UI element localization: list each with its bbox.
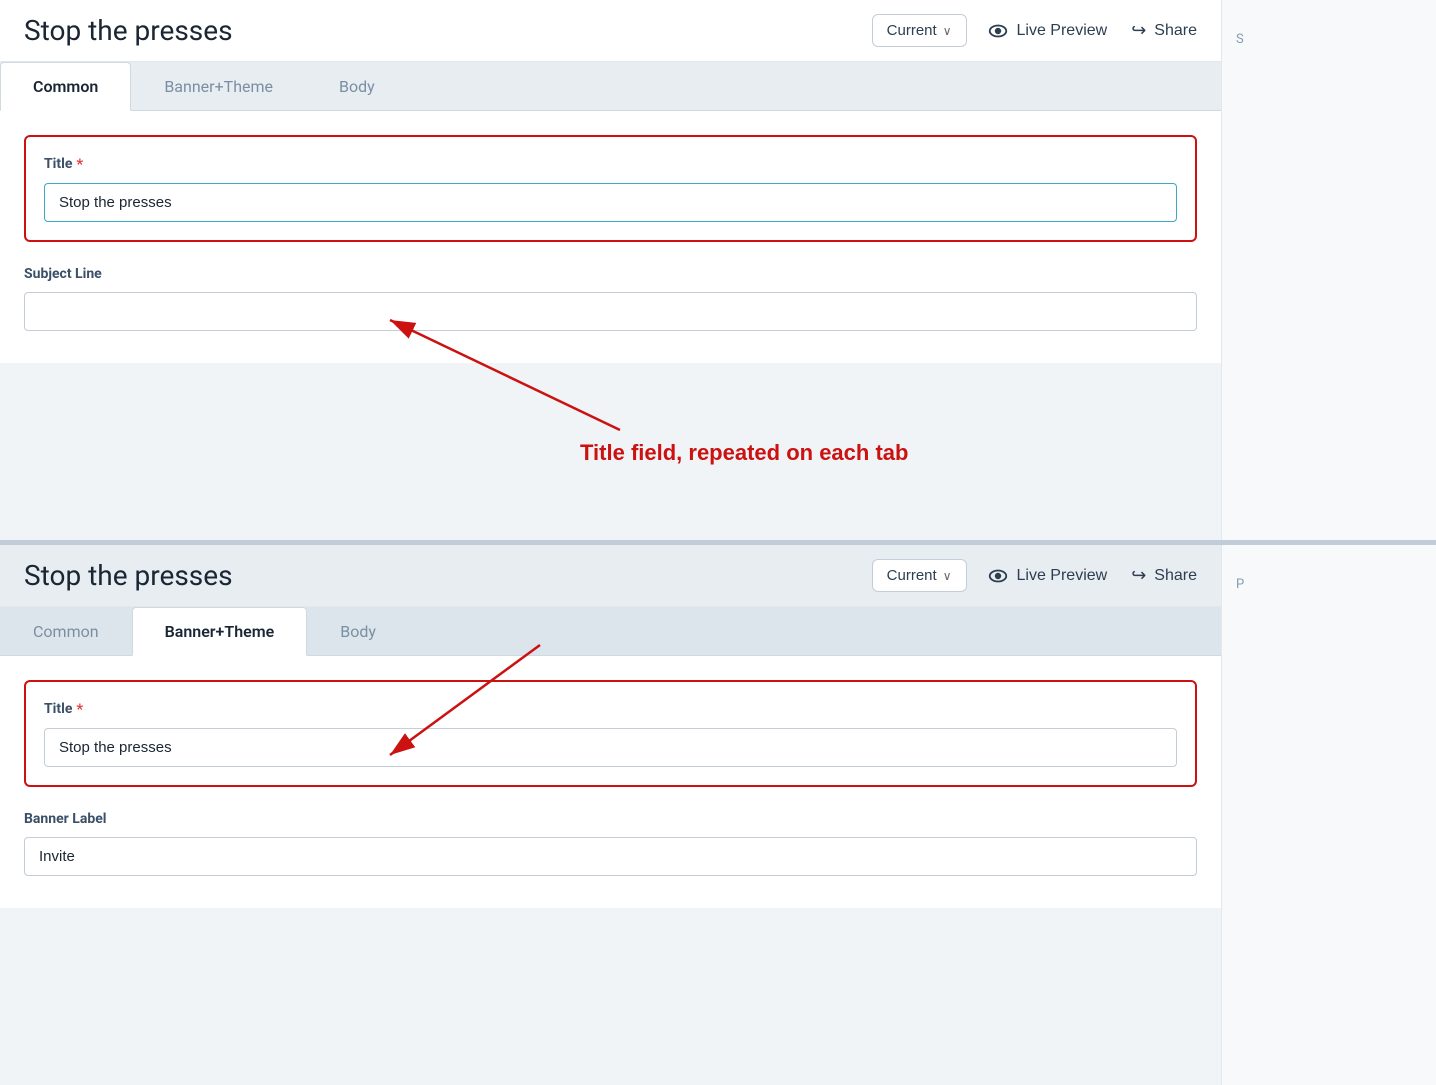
- banner-label-input[interactable]: [24, 837, 1197, 876]
- header-actions-1: Live Preview ↪ Share: [987, 20, 1198, 42]
- share-icon-1: ↪: [1131, 20, 1146, 41]
- header-actions-2: Live Preview ↪ Share: [987, 565, 1198, 587]
- share-label-2: Share: [1154, 567, 1197, 585]
- tab-common-2[interactable]: Common: [0, 607, 132, 655]
- tab-banner-theme-2[interactable]: Banner+Theme: [132, 607, 308, 656]
- tab-banner-theme-1[interactable]: Banner+Theme: [131, 62, 306, 110]
- side-panel-1: S: [1221, 0, 1436, 540]
- title-red-box-2: Title *: [24, 680, 1197, 787]
- chevron-down-icon-1: ∨: [943, 24, 952, 38]
- share-icon-2: ↪: [1131, 565, 1146, 586]
- title-label-1: Title *: [44, 155, 1177, 173]
- side-panel-2: P: [1221, 545, 1436, 1085]
- page-title-1: Stop the presses: [24, 14, 852, 47]
- tabs-bar-1: Common Banner+Theme Body: [0, 62, 1221, 111]
- tab-common-1[interactable]: Common: [0, 62, 131, 111]
- version-label-1: Current: [887, 22, 937, 39]
- banner-label-label: Banner Label: [24, 811, 1197, 827]
- version-dropdown-1[interactable]: Current ∨: [872, 14, 967, 47]
- share-button-2[interactable]: ↪ Share: [1131, 565, 1197, 586]
- required-star-title-2: *: [76, 700, 83, 718]
- live-preview-label-2: Live Preview: [1017, 567, 1108, 585]
- version-label-2: Current: [887, 567, 937, 584]
- eye-icon-2: [987, 565, 1009, 587]
- live-preview-label-1: Live Preview: [1017, 22, 1108, 40]
- title-input-1[interactable]: [44, 183, 1177, 222]
- live-preview-button-2[interactable]: Live Preview: [987, 565, 1108, 587]
- form-area-2: Title * Banner Label: [0, 656, 1221, 908]
- eye-icon-1: [987, 20, 1009, 42]
- chevron-down-icon-2: ∨: [943, 569, 952, 583]
- required-star-title-1: *: [76, 155, 83, 173]
- header-bar-2: Stop the presses Current ∨ Live Preview: [0, 545, 1221, 607]
- side-panel-hint-2: P: [1222, 545, 1436, 605]
- title-label-2: Title *: [44, 700, 1177, 718]
- tab-body-1[interactable]: Body: [306, 62, 408, 110]
- tab-body-2[interactable]: Body: [307, 607, 409, 655]
- subject-label-1: Subject Line: [24, 266, 1197, 282]
- form-area-1: Title * Subject Line: [0, 111, 1221, 363]
- page-title-2: Stop the presses: [24, 559, 852, 592]
- subject-line-section-1: Subject Line: [24, 266, 1197, 331]
- title-red-box-1: Title *: [24, 135, 1197, 242]
- share-label-1: Share: [1154, 22, 1197, 40]
- subject-input-1[interactable]: [24, 292, 1197, 331]
- tabs-bar-2: Common Banner+Theme Body: [0, 607, 1221, 656]
- side-panel-hint-1: S: [1222, 0, 1436, 60]
- live-preview-button-1[interactable]: Live Preview: [987, 20, 1108, 42]
- title-input-2[interactable]: [44, 728, 1177, 767]
- version-dropdown-2[interactable]: Current ∨: [872, 559, 967, 592]
- header-bar-1: Stop the presses Current ∨ Live Preview: [0, 0, 1221, 62]
- banner-label-section: Banner Label: [24, 811, 1197, 876]
- share-button-1[interactable]: ↪ Share: [1131, 20, 1197, 41]
